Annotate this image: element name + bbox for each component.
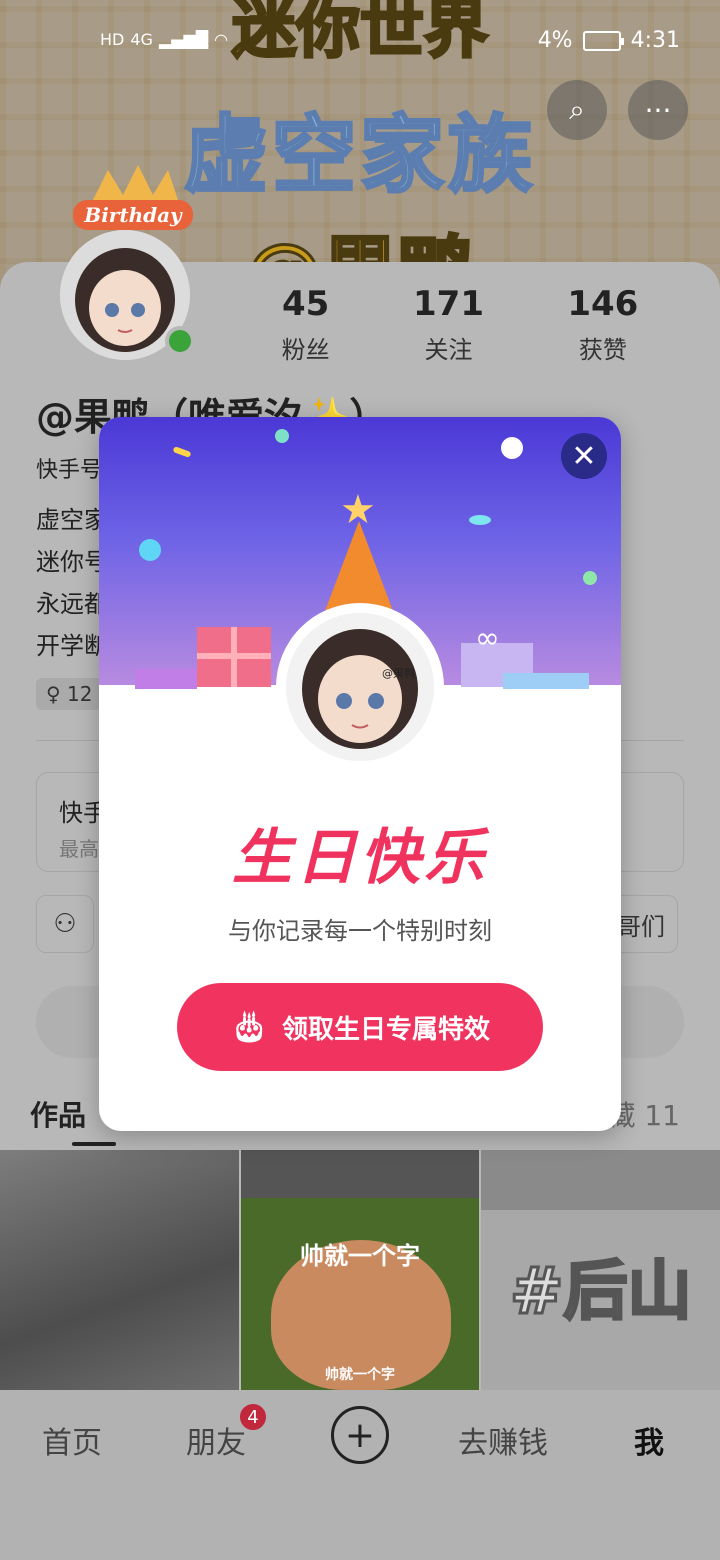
status-bar: HD 4G ▂▄▆█ ◠ 4% 4:31: [0, 0, 720, 84]
thumbnail-caption: #后山: [508, 1254, 693, 1331]
battery-icon: [582, 30, 624, 51]
more-icon: ···: [644, 93, 672, 127]
bio-line-4: 开学断: [36, 632, 108, 660]
plus-icon: +: [344, 1414, 376, 1456]
stat-number: 146: [567, 284, 639, 324]
nav-home[interactable]: 首页: [42, 1418, 102, 1462]
confetti: [275, 429, 289, 443]
tab-underline: [72, 1142, 116, 1146]
clock: 4:31: [630, 28, 680, 53]
kwai-id[interactable]: 快手号: [36, 452, 102, 484]
work-thumbnail-2[interactable]: 帅就一个字 帅就一个字: [240, 1150, 480, 1390]
modal-subtitle: 与你记录每一个特别时刻: [228, 917, 492, 945]
gender-age-chip: ♀ 12: [36, 678, 103, 710]
work-thumbnail-1[interactable]: [0, 1150, 239, 1390]
stat-followers[interactable]: 45 粉丝: [282, 284, 330, 365]
nav-friends[interactable]: 朋友: [186, 1418, 246, 1462]
star-icon: ★: [340, 487, 376, 533]
gift-bow-icon: ∞: [475, 621, 500, 656]
works-grid: 帅就一个字 帅就一个字 #后山: [0, 1150, 720, 1390]
stat-number: 171: [413, 284, 484, 324]
confetti: [172, 446, 192, 458]
close-button[interactable]: ✕: [561, 433, 607, 479]
birthday-crown-icon: Birthday: [73, 165, 193, 230]
gift-box: [503, 673, 589, 689]
signal-icon: ▂▄▆█: [158, 30, 209, 49]
battery-percent: 4%: [537, 28, 573, 53]
confetti: [469, 515, 491, 525]
online-status-dot: [165, 326, 195, 356]
gift-box: [197, 627, 271, 687]
more-button[interactable]: ···: [628, 80, 688, 140]
stat-label: 粉丝: [281, 336, 330, 364]
search-icon: ⌕: [569, 93, 585, 126]
bio-line-1: 虚空家: [36, 506, 108, 534]
nav-me[interactable]: 我: [634, 1418, 664, 1462]
search-button[interactable]: ⌕: [547, 80, 607, 140]
avatar-watermark: @果鸭: [382, 667, 415, 680]
hd-indicator: HD: [100, 30, 125, 49]
stat-label: 获赞: [578, 336, 627, 364]
stats-row: 45 粉丝 171 关注 146 获赞: [240, 284, 680, 365]
modal-avatar-image: @果鸭: [286, 613, 434, 761]
close-icon: ✕: [571, 438, 597, 474]
bio-line-2: 迷你号: [36, 548, 108, 576]
claim-birthday-effect-button[interactable]: 🎂︎ 领取生日专属特效: [177, 983, 543, 1071]
stat-following[interactable]: 171 关注: [413, 284, 484, 365]
bio-line-3: 永远都: [36, 590, 108, 618]
tab-works[interactable]: 作品: [30, 1094, 86, 1134]
gift-box: [135, 669, 197, 689]
friends-badge: 4: [238, 1402, 268, 1432]
thumbnail-caption: 帅就一个字: [300, 1242, 420, 1270]
party-hat: [325, 521, 393, 611]
svg-text:Birthday: Birthday: [83, 203, 183, 227]
bottom-nav: 首页 朋友 4 + 去赚钱 我: [0, 1390, 720, 1560]
cake-icon: 🎂︎: [229, 1009, 269, 1045]
add-user-icon: ⚇: [53, 909, 77, 939]
wifi-icon: ◠: [214, 30, 229, 49]
claim-button-label: 领取生日专属特效: [282, 1014, 491, 1045]
birthday-modal: ∞ ★ ✕ @果鸭 生日快乐 与你记录每一个特别时刻 🎂︎ 领取生日专属特效: [99, 417, 621, 1131]
modal-title: 生日快乐: [232, 823, 488, 893]
create-button[interactable]: +: [331, 1406, 389, 1464]
info-card-sub: 最高: [59, 837, 99, 861]
confetti: [139, 539, 161, 561]
stat-label: 关注: [424, 336, 473, 364]
modal-avatar: @果鸭: [276, 603, 444, 771]
confetti: [583, 571, 597, 585]
network-gen: 4G: [130, 30, 153, 49]
stat-likes[interactable]: 146 获赞: [567, 284, 638, 365]
nav-earn[interactable]: 去赚钱: [458, 1418, 548, 1462]
add-friend-button[interactable]: ⚇: [36, 895, 94, 953]
work-thumbnail-3[interactable]: #后山: [481, 1150, 720, 1390]
thumbnail-subcaption: 帅就一个字: [325, 1367, 395, 1383]
stat-number: 45: [282, 284, 330, 324]
confetti: [501, 437, 523, 459]
avatar-illustration: @果鸭: [286, 613, 434, 761]
